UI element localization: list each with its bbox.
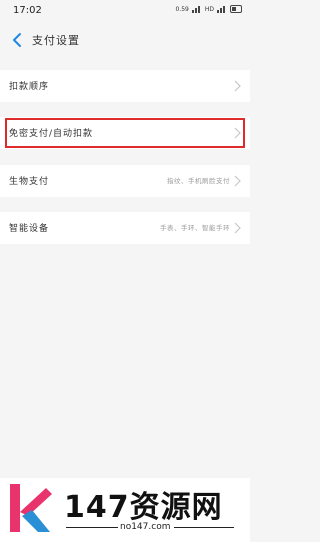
watermark-name: 147资源网 xyxy=(64,490,223,525)
row-label: 智能设备 xyxy=(9,224,50,234)
chevron-right-icon xyxy=(234,222,241,234)
chevron-right-icon xyxy=(234,80,241,92)
watermark-url: no147.com xyxy=(120,522,171,532)
row-biometric-payment[interactable]: 生物支付 指纹、手机刷脸支付 xyxy=(0,165,250,197)
chevron-right-icon xyxy=(234,175,241,187)
row-label: 扣款顺序 xyxy=(9,82,50,92)
row-smart-devices[interactable]: 智能设备 手表、手环、智能手环 xyxy=(0,212,250,244)
row-value: 手表、手环、智能手环 xyxy=(160,224,230,232)
chevron-right-icon xyxy=(234,127,241,139)
divider xyxy=(66,527,118,528)
row-password-free-payment[interactable]: 免密支付/自动扣款 xyxy=(0,117,250,149)
row-label: 生物支付 xyxy=(9,177,50,187)
status-icons: 0.59 HD xyxy=(175,5,242,13)
wifi-icon xyxy=(217,5,227,13)
row-deduction-order[interactable]: 扣款顺序 xyxy=(0,70,250,102)
battery-icon xyxy=(230,5,242,13)
signal-icon xyxy=(191,5,202,13)
site-logo-icon xyxy=(10,484,52,532)
divider xyxy=(174,527,234,528)
watermark-banner: 147资源网 no147.com xyxy=(0,478,250,542)
row-value: 指纹、手机刷脸支付 xyxy=(167,177,230,185)
status-bar: 17:02 0.59 HD xyxy=(0,0,250,20)
network-speed: 0.59 xyxy=(175,5,189,13)
row-label: 免密支付/自动扣款 xyxy=(9,129,94,139)
nav-bar: 支付设置 xyxy=(0,22,250,58)
page-title: 支付设置 xyxy=(32,34,80,47)
status-time: 17:02 xyxy=(13,5,42,16)
hd-badge: HD xyxy=(204,5,214,13)
back-arrow-icon[interactable] xyxy=(10,32,24,48)
